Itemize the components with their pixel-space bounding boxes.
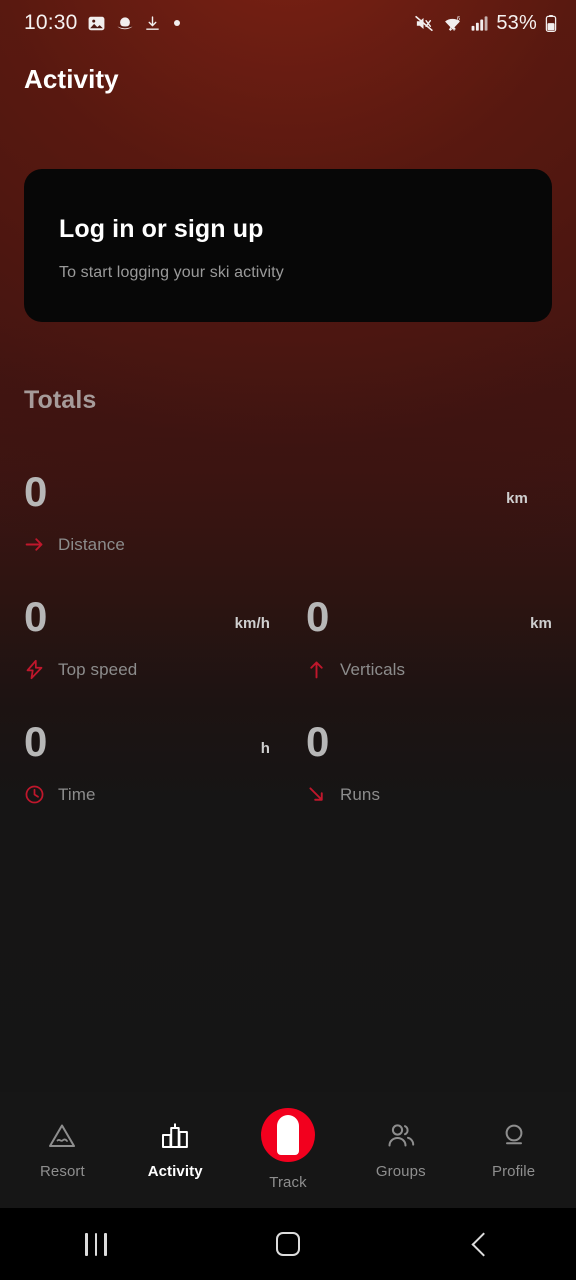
recents-button[interactable] xyxy=(36,1216,156,1272)
nav-item-resort[interactable]: Resort xyxy=(14,1104,110,1196)
stat-value: 0 xyxy=(24,718,47,766)
system-navigation-bar xyxy=(0,1208,576,1280)
nav-item-track[interactable]: Track xyxy=(240,1104,336,1196)
stat-label: Verticals xyxy=(340,659,406,679)
stat-value: 0 xyxy=(24,468,47,516)
lightning-bolt-icon xyxy=(26,659,43,680)
home-button[interactable] xyxy=(228,1216,348,1272)
stat-unit: km xyxy=(506,490,528,507)
nav-item-profile[interactable]: Profile xyxy=(466,1104,562,1196)
stat-label-row: Top speed xyxy=(24,659,306,680)
mountain-icon xyxy=(49,1124,76,1147)
status-bar-right: 6 53% xyxy=(413,12,558,35)
stat-row: 0 km Distance xyxy=(24,462,552,587)
cellular-signal-icon xyxy=(471,15,488,31)
nav-item-activity[interactable]: Activity xyxy=(127,1104,223,1196)
track-ski-icon[interactable] xyxy=(260,1108,315,1162)
battery-percent-label: 53% xyxy=(496,11,537,34)
clock-icon xyxy=(25,785,44,804)
stat-label: Distance xyxy=(58,534,125,554)
stat-row: 0 h Time 0 Runs xyxy=(24,712,552,837)
stat-label: Runs xyxy=(340,784,381,804)
arrow-up-icon xyxy=(310,661,323,679)
nav-icon-wrap xyxy=(160,1120,190,1152)
stat-value: 0 xyxy=(24,593,47,641)
nav-icon-wrap xyxy=(46,1120,78,1152)
home-icon xyxy=(276,1232,300,1256)
saturn-icon xyxy=(117,16,133,29)
image-icon xyxy=(88,16,104,30)
nav-icon-wrap xyxy=(260,1108,315,1163)
wifi-icon: 6 xyxy=(445,16,461,31)
stat-unit: km/h xyxy=(234,615,270,632)
nav-label: Resort xyxy=(40,1163,85,1180)
svg-text:6: 6 xyxy=(457,16,461,22)
stat-row: 0 km/h Top speed 0 km Verticals xyxy=(24,587,552,712)
status-bar-clock: 10:30 xyxy=(24,11,78,34)
status-bar: 10:30 6 53% xyxy=(0,0,576,46)
login-signup-card[interactable]: Log in or sign up To start logging your … xyxy=(24,169,552,322)
stat-topline: 0 km/h xyxy=(24,587,306,641)
mute-icon xyxy=(415,15,434,31)
stat-unit: km xyxy=(530,615,552,632)
stat-topline: 0 xyxy=(306,712,552,766)
nav-icon-wrap xyxy=(385,1120,417,1152)
stat-time: 0 h Time xyxy=(24,712,306,837)
stat-label-row: Runs xyxy=(306,784,552,805)
person-icon xyxy=(505,1124,522,1145)
download-icon xyxy=(145,15,159,30)
stat-top-speed: 0 km/h Top speed xyxy=(24,587,306,712)
bottom-navigation-bar: Resort Activity Track Groups Profile xyxy=(0,1092,576,1208)
dot-indicator xyxy=(173,20,180,26)
stat-topline: 0 km xyxy=(306,587,552,641)
nav-item-groups[interactable]: Groups xyxy=(353,1104,449,1196)
stat-label: Time xyxy=(58,784,96,804)
stat-verticals: 0 km Verticals xyxy=(306,587,552,712)
status-bar-left: 10:30 xyxy=(24,11,180,35)
app-screen: 10:30 6 53% Activity Log in or sign up T… xyxy=(0,0,576,1280)
people-icon xyxy=(388,1124,414,1147)
nav-label: Profile xyxy=(491,1163,536,1180)
nav-label: Track xyxy=(269,1174,307,1191)
totals-stats: 0 km Distance 0 km/h Top speed 0 km Vert… xyxy=(24,462,552,837)
arrow-down-right-icon xyxy=(309,787,323,801)
stat-label-row: Verticals xyxy=(306,659,552,680)
recents-icon xyxy=(85,1232,107,1256)
totals-heading: Totals xyxy=(24,386,97,414)
bar-chart-icon xyxy=(162,1123,189,1148)
login-card-title: Log in or sign up xyxy=(59,215,264,243)
stat-value: 0 xyxy=(306,718,329,766)
stat-topline: 0 h xyxy=(24,712,306,766)
stat-label-row: Distance xyxy=(24,534,552,555)
stat-runs: 0 Runs xyxy=(306,712,552,837)
back-chevron-icon xyxy=(470,1231,496,1257)
back-button[interactable] xyxy=(420,1216,540,1272)
nav-label: Activity xyxy=(147,1163,203,1180)
page-title: Activity xyxy=(24,64,119,94)
nav-icon-wrap xyxy=(499,1120,529,1152)
stat-label: Top speed xyxy=(58,659,138,679)
arrow-right-icon xyxy=(25,538,43,551)
stat-topline: 0 km xyxy=(24,462,552,516)
login-card-subtitle: To start logging your ski activity xyxy=(59,264,284,281)
stat-label-row: Time xyxy=(24,784,306,805)
stat-value: 0 xyxy=(306,593,329,641)
track-pill-shape xyxy=(276,1115,299,1155)
nav-label: Groups xyxy=(375,1163,426,1180)
stat-distance: 0 km Distance xyxy=(24,462,552,587)
battery-icon xyxy=(545,14,557,32)
stat-unit: h xyxy=(260,740,270,757)
